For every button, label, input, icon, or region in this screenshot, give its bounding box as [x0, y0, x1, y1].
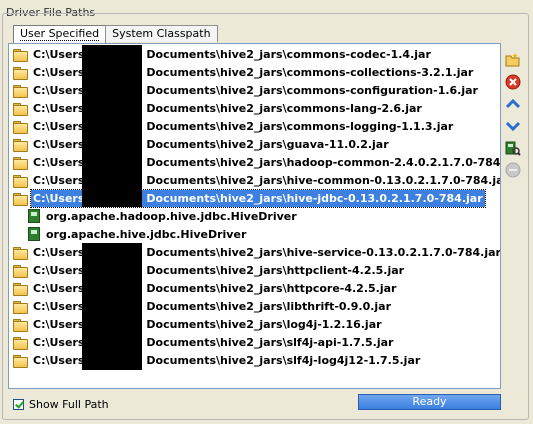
driver-row[interactable]: org.apache.hive.jdbc.HiveDriver [28, 226, 248, 243]
folder-icon [12, 282, 28, 296]
tree-row[interactable]: C:\Users Documents\hive2_jars\commons-cod… [12, 46, 433, 63]
jar-tree[interactable]: C:\Users Documents\hive2_jars\commons-cod… [8, 43, 501, 389]
status-progress-bar: Ready [358, 394, 501, 410]
show-full-path-label: Show Full Path [29, 397, 109, 411]
tree-row[interactable]: C:\Users Documents\hive2_jars\slf4j-log4j… [12, 352, 422, 369]
folder-icon [12, 66, 28, 80]
folder-icon [12, 48, 28, 62]
tree-row[interactable]: C:\Users Documents\hive2_jars\commons-log… [12, 118, 455, 135]
tree-row[interactable]: C:\Users Documents\hive2_jars\log4j-1.2.1… [12, 316, 384, 333]
remove-icon[interactable] [505, 74, 521, 90]
driver-class-icon [28, 209, 40, 223]
move-down-icon[interactable] [505, 118, 521, 134]
tree-row[interactable]: C:\Users Documents\hive2_jars\guava-11.0.… [12, 136, 391, 153]
folder-icon [12, 354, 28, 368]
folder-icon [12, 120, 28, 134]
folder-icon [12, 300, 28, 314]
checkbox-box[interactable] [13, 398, 24, 410]
folder-icon [12, 264, 28, 278]
tree-row[interactable]: C:\Users Documents\hive2_jars\httpclient-… [12, 262, 406, 279]
folder-icon [12, 246, 28, 260]
folder-icon [12, 156, 28, 170]
disabled-icon [505, 162, 521, 178]
tree-row[interactable]: C:\Users Documents\hive2_jars\libthrift-0… [12, 298, 393, 315]
tree-row[interactable]: C:\Users Documents\hive2_jars\commons-lan… [12, 100, 424, 117]
list-drivers-icon[interactable] [505, 140, 521, 156]
tab-system-classpath[interactable]: System Classpath [105, 25, 218, 42]
redaction-block [82, 243, 142, 370]
folder-icon [12, 174, 28, 188]
driver-row[interactable]: org.apache.hadoop.hive.jdbc.HiveDriver [28, 208, 299, 225]
folder-icon [12, 84, 28, 98]
redaction-block [82, 45, 142, 207]
folder-icon [12, 102, 28, 116]
move-up-icon[interactable] [505, 96, 521, 112]
show-full-path-checkbox[interactable]: Show Full Path [13, 397, 109, 411]
tree-row[interactable]: C:\Users Documents\hive2_jars\slf4j-api-1… [12, 334, 395, 351]
driver-class-icon [28, 227, 40, 241]
folder-icon [12, 318, 28, 332]
tab-user-specified[interactable]: User Specified [13, 25, 107, 43]
add-folder-icon[interactable] [505, 52, 521, 68]
tree-row[interactable]: C:\Users Documents\hive2_jars\httpcore-4.… [12, 280, 398, 297]
tab-bar: User Specified System Classpath [13, 25, 218, 43]
folder-icon [12, 336, 28, 350]
folder-open-icon [12, 192, 28, 206]
folder-icon [12, 138, 28, 152]
